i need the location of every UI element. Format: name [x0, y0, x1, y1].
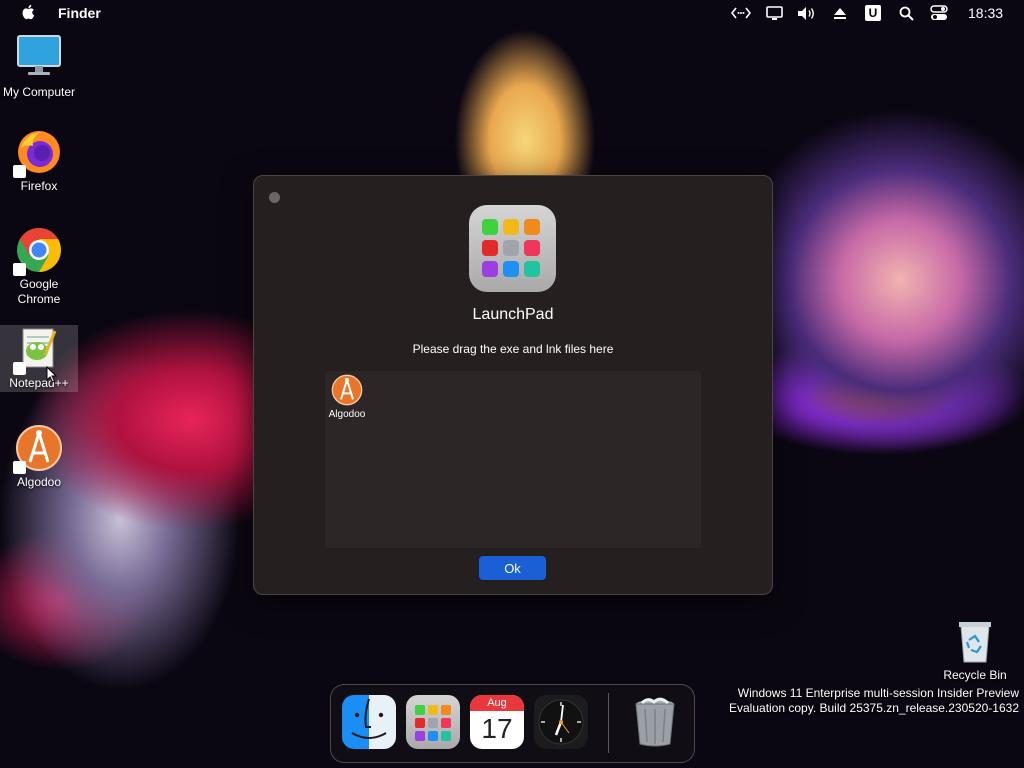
code-arrows-icon[interactable] [731, 4, 751, 22]
watermark-line-1: Windows 11 Enterprise multi-session Insi… [737, 686, 1019, 700]
dropped-file-algodoo[interactable]: Algodoo [325, 374, 369, 420]
desktop-icon-algodoo[interactable]: Algodoo [0, 424, 78, 490]
apple-icon[interactable] [20, 3, 38, 21]
dock-trash[interactable] [628, 695, 682, 749]
control-center-icon[interactable] [929, 4, 949, 22]
clock-icon [538, 699, 584, 745]
desktop-icon-label: Algodoo [16, 475, 62, 489]
display-icon[interactable] [765, 4, 783, 22]
u-badge-text: U [865, 5, 881, 21]
launchpad-dialog: LaunchPad Please drag the exe and lnk fi… [253, 175, 773, 595]
calendar-month: Aug [470, 695, 524, 711]
chrome-icon [13, 226, 63, 276]
active-app-name[interactable]: Finder [58, 5, 101, 21]
volume-icon[interactable] [796, 4, 816, 22]
shortcut-arrow-icon [13, 461, 26, 474]
desktop-icon-label: Recycle Bin [943, 668, 1007, 682]
menu-bar: Finder U 18:33 [0, 0, 1024, 26]
monitor-icon [15, 34, 63, 82]
shortcut-arrow-icon [13, 362, 26, 375]
algodoo-icon [331, 374, 363, 406]
algodoo-icon [13, 424, 63, 474]
ok-button[interactable]: Ok [479, 556, 546, 580]
desktop-icon-notepad-plus-plus[interactable]: Notepad++ [0, 325, 78, 392]
launchpad-icon [469, 205, 556, 292]
dock-launchpad[interactable] [406, 695, 460, 749]
windows-watermark: Windows 11 Enterprise multi-session Insi… [729, 686, 1019, 716]
dialog-instruction: Please drag the exe and lnk files here [412, 342, 614, 356]
launchpad-icon [415, 705, 451, 741]
firefox-icon [13, 128, 63, 178]
dock-clock[interactable] [534, 695, 588, 749]
desktop-icon-my-computer[interactable]: My Computer [0, 34, 78, 100]
dock-calendar[interactable]: Aug 17 [470, 695, 524, 749]
finder-icon [351, 698, 387, 739]
desktop-icon-google-chrome[interactable]: Google Chrome [0, 226, 78, 307]
drop-zone[interactable]: Algodoo [325, 371, 701, 548]
eject-icon[interactable] [832, 4, 848, 22]
close-button[interactable] [269, 192, 280, 203]
shortcut-arrow-icon [13, 263, 26, 276]
dialog-title: LaunchPad [472, 306, 554, 323]
recycle-bin-icon [955, 618, 995, 664]
desktop-icon-label: Google Chrome [17, 277, 61, 306]
u-badge-icon[interactable]: U [864, 4, 882, 22]
desktop-icon-label: My Computer [2, 85, 76, 99]
trash-icon [635, 697, 675, 747]
search-icon[interactable] [897, 4, 915, 22]
calendar-day: 17 [481, 713, 513, 744]
desktop-icon-label: Notepad++ [9, 376, 69, 390]
mouse-cursor-icon [46, 366, 58, 383]
watermark-line-2: Evaluation copy. Build 25375.zn_release.… [729, 701, 1019, 715]
dropped-file-label: Algodoo [328, 409, 366, 420]
dock-separator [608, 693, 609, 753]
shortcut-arrow-icon [13, 165, 26, 178]
menu-clock[interactable]: 18:33 [968, 5, 1003, 21]
dock: Aug 17 [330, 684, 695, 763]
desktop-icon-recycle-bin[interactable]: Recycle Bin [935, 618, 1015, 682]
desktop-icon-label: Firefox [20, 179, 58, 193]
desktop-icon-firefox[interactable]: Firefox [0, 128, 78, 194]
dock-finder[interactable] [342, 695, 396, 749]
